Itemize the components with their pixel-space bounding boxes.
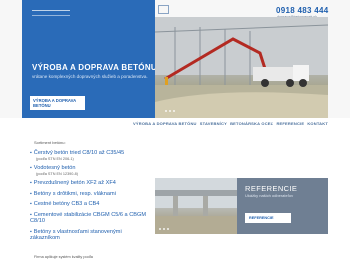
references-teaser: REFERENCIE Ukážky našich odberateľov REF… — [155, 178, 328, 234]
hero-subtitle: vrátane komplexných dopravných služieb a… — [32, 74, 148, 79]
references-photo — [155, 178, 237, 234]
references-title: REFERENCIE — [245, 184, 298, 193]
gallery-icon[interactable] — [158, 5, 169, 14]
nav-item-stavebnicy[interactable]: STAVEBNÍCY — [200, 121, 227, 126]
slider-dot[interactable] — [169, 110, 171, 112]
slider-dot[interactable] — [173, 110, 175, 112]
hero-slider-dots[interactable] — [165, 110, 175, 112]
slider-dot[interactable] — [167, 228, 169, 230]
list-item-label[interactable]: Betóny s drôtikmi, resp. vláknami — [30, 191, 150, 198]
slider-dot[interactable] — [159, 228, 161, 230]
list-item[interactable]: Prevzdušnený betón XF2 až XF4 — [30, 180, 150, 187]
hero-cta-button[interactable]: VÝROBA A DOPRAVA BETÓNU — [30, 96, 85, 110]
hero-photo — [155, 17, 328, 118]
product-list: Sortiment betónu: Čerstvý betón tried C8… — [30, 140, 150, 246]
list-item[interactable]: Vodotesný betón (podľa STN EN 12390-8) — [30, 165, 150, 176]
phone-number: 0918 483 444 — [276, 6, 329, 15]
list-item-label[interactable]: Cementové stabilizácie CBGM C5/6 a CBGM … — [30, 212, 150, 225]
quality-note: Firma aplikuje systém kvality podľa — [34, 255, 93, 259]
list-item-label[interactable]: Betóny s vlastnosťami stanovenými zákazn… — [30, 229, 150, 242]
list-item[interactable]: Cestné betóny CB3 a CB4 — [30, 201, 150, 208]
logo[interactable] — [32, 10, 70, 16]
bridge-construction-image — [155, 178, 237, 234]
references-subtitle: Ukážky našich odberateľov — [245, 193, 294, 198]
list-item-note: (podľa STN EN 206-1) — [36, 156, 74, 161]
references-button[interactable]: REFERENCIE — [245, 213, 291, 223]
list-item[interactable]: Betóny s drôtikmi, resp. vláknami — [30, 191, 150, 198]
section-title: Sortiment betónu: — [34, 140, 66, 145]
references-panel: REFERENCIE Ukážky našich odberateľov REF… — [237, 178, 328, 234]
list-item[interactable]: Cementové stabilizácie CBGM C5/6 a CBGM … — [30, 212, 150, 225]
hero-title: VÝROBA A DOPRAVA BETÓNU — [32, 63, 157, 72]
nav-item-referencie[interactable]: REFERENCIE — [276, 121, 304, 126]
main-nav: VÝROBA A DOPRAVA BETÓNU STAVEBNÍCY BETON… — [133, 120, 328, 127]
list-item-label[interactable]: Prevzdušnený betón XF2 až XF4 — [30, 180, 150, 187]
list-item[interactable]: Betóny s vlastnosťami stanovenými zákazn… — [30, 229, 150, 242]
nav-item-vyroba[interactable]: VÝROBA A DOPRAVA BETÓNU — [133, 121, 197, 126]
list-item-label[interactable]: Cestné betóny CB3 a CB4 — [30, 201, 150, 208]
concrete-pump-truck-image — [155, 17, 328, 118]
list-item-note: (podľa STN EN 12390-8) — [36, 171, 79, 176]
slider-dot[interactable] — [163, 228, 165, 230]
nav-item-ocel[interactable]: BETONÁRSKA OCEĽ — [230, 121, 273, 126]
references-slider-dots[interactable] — [159, 228, 169, 230]
slider-dot[interactable] — [165, 110, 167, 112]
nav-item-kontakt[interactable]: KONTAKT — [307, 121, 328, 126]
list-item[interactable]: Čerstvý betón tried C8/10 až C35/45 (pod… — [30, 150, 150, 161]
